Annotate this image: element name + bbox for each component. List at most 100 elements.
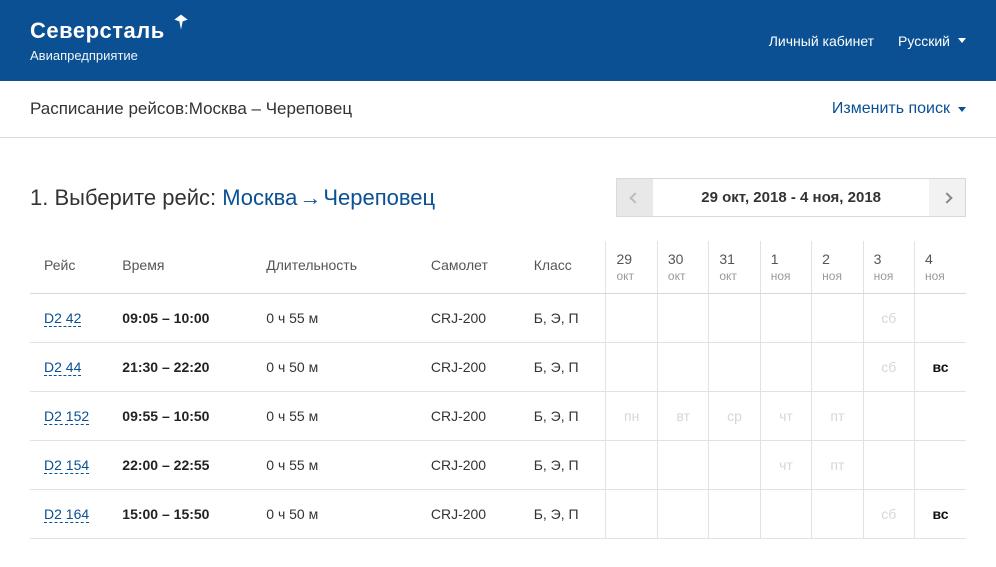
day-cell[interactable]: [606, 294, 657, 343]
day-cell[interactable]: сб: [863, 343, 914, 392]
day-cell[interactable]: [812, 343, 863, 392]
change-search-button[interactable]: Изменить поиск: [832, 100, 966, 118]
day-cell[interactable]: пт: [812, 392, 863, 441]
day-cell[interactable]: [760, 294, 811, 343]
day-cell[interactable]: [606, 490, 657, 539]
arrow-right-icon: →: [299, 185, 321, 211]
col-flight: Рейс: [30, 241, 112, 294]
flight-number: D2 42: [30, 294, 112, 343]
day-cell[interactable]: [709, 343, 760, 392]
day-cell[interactable]: [915, 441, 967, 490]
day-header: 30окт: [657, 241, 708, 294]
flight-duration: 0 ч 55 м: [256, 392, 421, 441]
flight-class: Б, Э, П: [524, 294, 606, 343]
chevron-left-icon: [630, 192, 641, 203]
caret-down-icon: [958, 107, 966, 112]
day-cell[interactable]: [812, 294, 863, 343]
flight-time: 22:00 – 22:55: [112, 441, 256, 490]
flight-time: 21:30 – 22:20: [112, 343, 256, 392]
flight-aircraft: CRJ-200: [421, 392, 524, 441]
route: Москва→Череповец: [222, 185, 435, 210]
route-to: Череповец: [323, 185, 435, 210]
step-row: 1. Выберите рейс: Москва→Череповец 29 ок…: [30, 178, 966, 217]
day-cell[interactable]: вс: [915, 490, 967, 539]
flight-time: 15:00 – 15:50: [112, 490, 256, 539]
logo-icon: [171, 13, 191, 33]
table-row: D2 42 09:05 – 10:000 ч 55 мCRJ-200Б, Э, П…: [30, 294, 966, 343]
day-cell[interactable]: [915, 294, 967, 343]
step-title: 1. Выберите рейс: Москва→Череповец: [30, 185, 435, 211]
caret-down-icon: [958, 38, 966, 43]
table-row: D2 15422:00 – 22:550 ч 55 мCRJ-200Б, Э, …: [30, 441, 966, 490]
flight-class: Б, Э, П: [524, 392, 606, 441]
day-cell[interactable]: [606, 441, 657, 490]
day-cell[interactable]: [657, 490, 708, 539]
flight-link[interactable]: D2 152: [44, 408, 89, 425]
col-time: Время: [112, 241, 256, 294]
chevron-right-icon: [941, 192, 952, 203]
day-cell[interactable]: [657, 441, 708, 490]
site-header: Северсталь Авиапредприятие Личный кабине…: [0, 0, 996, 81]
day-cell[interactable]: чт: [760, 392, 811, 441]
table-row: D2 152 09:55 – 10:500 ч 55 мCRJ-200Б, Э, …: [30, 392, 966, 441]
day-cell[interactable]: [812, 490, 863, 539]
col-duration: Длительность: [256, 241, 421, 294]
logo[interactable]: Северсталь Авиапредприятие: [30, 18, 191, 63]
day-cell[interactable]: [863, 441, 914, 490]
flight-aircraft: CRJ-200: [421, 294, 524, 343]
day-cell[interactable]: [915, 392, 967, 441]
day-cell[interactable]: пн: [606, 392, 657, 441]
flight-duration: 0 ч 50 м: [256, 343, 421, 392]
flight-number: D2 152: [30, 392, 112, 441]
day-cell[interactable]: [606, 343, 657, 392]
col-aircraft: Самолет: [421, 241, 524, 294]
flight-aircraft: CRJ-200: [421, 490, 524, 539]
day-header: 1ноя: [760, 241, 811, 294]
flight-duration: 0 ч 50 м: [256, 490, 421, 539]
flight-number: D2 164: [30, 490, 112, 539]
day-cell[interactable]: [709, 441, 760, 490]
next-week-button[interactable]: [929, 179, 965, 216]
day-cell[interactable]: [709, 490, 760, 539]
day-header: 29окт: [606, 241, 657, 294]
day-cell[interactable]: вт: [657, 392, 708, 441]
day-cell[interactable]: ср: [709, 392, 760, 441]
flight-class: Б, Э, П: [524, 490, 606, 539]
flight-link[interactable]: D2 42: [44, 310, 81, 327]
flight-link[interactable]: D2 154: [44, 457, 89, 474]
route-from: Москва: [222, 185, 297, 210]
flight-aircraft: CRJ-200: [421, 343, 524, 392]
day-cell[interactable]: [657, 294, 708, 343]
day-cell[interactable]: сб: [863, 294, 914, 343]
table-row: D2 44 21:30 – 22:200 ч 50 мCRJ-200Б, Э, П…: [30, 343, 966, 392]
flight-link[interactable]: D2 44: [44, 359, 81, 376]
day-cell[interactable]: вс: [915, 343, 967, 392]
day-cell[interactable]: пт: [812, 441, 863, 490]
main-content: 1. Выберите рейс: Москва→Череповец 29 ок…: [0, 138, 996, 539]
date-range-label: 29 окт, 2018 - 4 ноя, 2018: [653, 179, 929, 216]
account-link[interactable]: Личный кабинет: [769, 33, 874, 49]
flight-class: Б, Э, П: [524, 343, 606, 392]
flight-duration: 0 ч 55 м: [256, 294, 421, 343]
subheader: Расписание рейсов:Москва – Череповец Изм…: [0, 81, 996, 138]
table-header-row: Рейс Время Длительность Самолет Класс 29…: [30, 241, 966, 294]
language-switch[interactable]: Русский: [898, 33, 966, 49]
prev-week-button[interactable]: [617, 179, 653, 216]
day-cell[interactable]: [760, 490, 811, 539]
day-cell[interactable]: [760, 343, 811, 392]
flight-aircraft: CRJ-200: [421, 441, 524, 490]
day-header: 2ноя: [812, 241, 863, 294]
logo-text: Северсталь: [30, 18, 165, 44]
day-cell[interactable]: [863, 392, 914, 441]
header-nav: Личный кабинет Русский: [769, 33, 966, 49]
flight-link[interactable]: D2 164: [44, 506, 89, 523]
schedule-table: Рейс Время Длительность Самолет Класс 29…: [30, 241, 966, 539]
flight-time: 09:05 – 10:00: [112, 294, 256, 343]
table-row: D2 164 15:00 – 15:500 ч 50 мCRJ-200Б, Э, …: [30, 490, 966, 539]
day-cell[interactable]: [657, 343, 708, 392]
day-cell[interactable]: сб: [863, 490, 914, 539]
flight-time: 09:55 – 10:50: [112, 392, 256, 441]
flight-number: D2 154: [30, 441, 112, 490]
day-cell[interactable]: чт: [760, 441, 811, 490]
day-cell[interactable]: [709, 294, 760, 343]
